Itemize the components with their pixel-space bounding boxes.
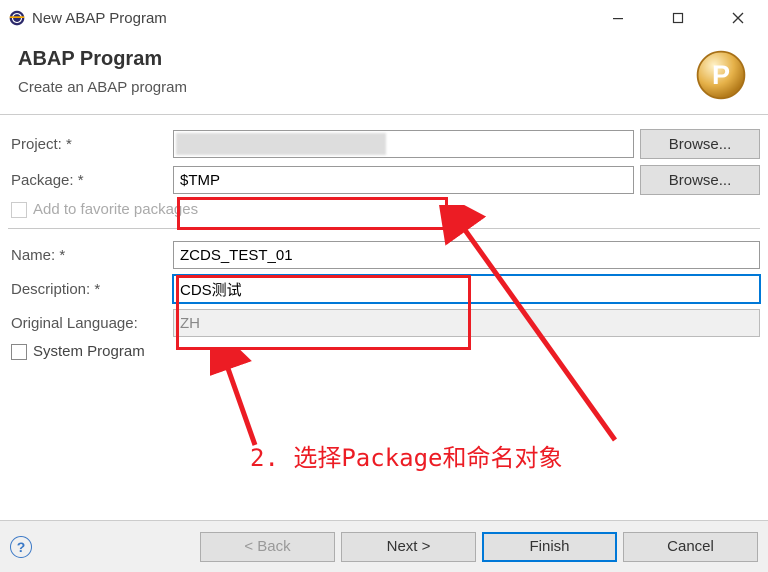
close-button[interactable] bbox=[708, 0, 768, 36]
project-value-obscured bbox=[176, 133, 386, 155]
project-input[interactable] bbox=[173, 130, 634, 158]
form-area: Project: * Browse... Package: * Browse..… bbox=[0, 115, 768, 378]
package-input[interactable] bbox=[173, 166, 634, 194]
browse-package-button[interactable]: Browse... bbox=[640, 165, 760, 195]
system-program-checkbox[interactable] bbox=[11, 344, 27, 360]
next-button[interactable]: Next > bbox=[341, 532, 476, 562]
title-bar: New ABAP Program bbox=[0, 0, 768, 36]
language-input bbox=[173, 309, 760, 337]
annotation-text: 2. 选择Package和命名对象 bbox=[250, 438, 563, 473]
finish-button[interactable]: Finish bbox=[482, 532, 617, 562]
name-label: Name: * bbox=[8, 247, 173, 264]
package-label: Package: * bbox=[8, 172, 173, 189]
help-button[interactable]: ? bbox=[10, 536, 32, 558]
name-input[interactable] bbox=[173, 241, 760, 269]
svg-text:P: P bbox=[712, 60, 730, 90]
maximize-button[interactable] bbox=[648, 0, 708, 36]
system-program-label: System Program bbox=[33, 343, 145, 360]
add-favorite-label: Add to favorite packages bbox=[33, 201, 198, 218]
cancel-button[interactable]: Cancel bbox=[623, 532, 758, 562]
back-button[interactable]: < Back bbox=[200, 532, 335, 562]
description-input[interactable] bbox=[173, 275, 760, 303]
project-label: Project: * bbox=[8, 136, 173, 153]
add-favorite-checkbox[interactable] bbox=[11, 202, 27, 218]
description-label: Description: * bbox=[8, 281, 173, 298]
add-favorite-row: Add to favorite packages bbox=[11, 201, 760, 218]
language-label: Original Language: bbox=[8, 315, 173, 332]
footer: ? < Back Next > Finish Cancel bbox=[0, 520, 768, 572]
window-title: New ABAP Program bbox=[32, 10, 588, 27]
header: ABAP Program Create an ABAP program P bbox=[0, 36, 768, 114]
browse-project-button[interactable]: Browse... bbox=[640, 129, 760, 159]
wizard-program-icon: P bbox=[694, 48, 748, 102]
page-subtitle: Create an ABAP program bbox=[18, 79, 750, 96]
page-heading: ABAP Program bbox=[18, 48, 750, 71]
system-program-row: System Program bbox=[11, 343, 760, 360]
minimize-button[interactable] bbox=[588, 0, 648, 36]
eclipse-icon bbox=[8, 9, 26, 27]
